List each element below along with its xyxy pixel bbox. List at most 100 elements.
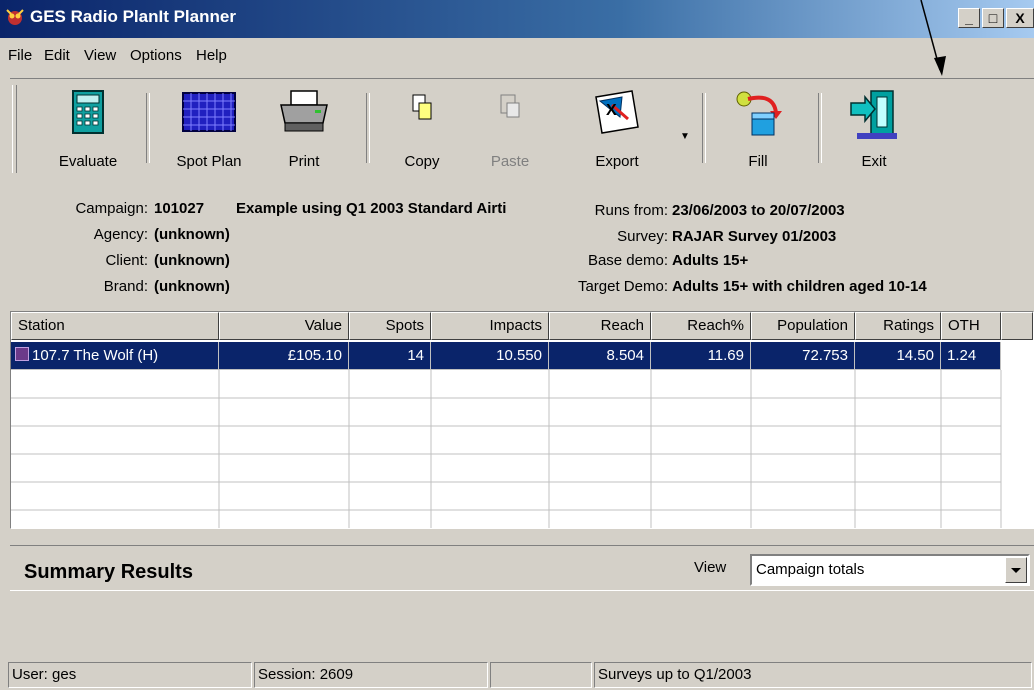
column-header-reach-pct[interactable]: Reach%	[651, 312, 751, 340]
exit-button[interactable]: Exit	[836, 81, 912, 177]
menu-file[interactable]: File	[8, 47, 32, 64]
svg-text:X: X	[606, 102, 617, 119]
export-label: Export	[595, 153, 639, 170]
view-dropdown-button[interactable]	[1005, 557, 1027, 583]
campaign-value: 101027	[154, 200, 205, 217]
brand-label: Brand:	[103, 278, 148, 295]
cell-value[interactable]: £105.10	[219, 342, 349, 370]
menu-help[interactable]: Help	[196, 47, 227, 64]
target-demo-label: Target Demo:	[577, 278, 668, 295]
export-dropdown-icon[interactable]: ▼	[680, 131, 690, 142]
column-header-station[interactable]: Station	[11, 312, 219, 340]
paste-icon	[500, 94, 520, 118]
title-bar[interactable]: GES Radio PlanIt Planner _ □ X	[0, 0, 1034, 38]
summary-panel: Summary Results View Campaign totals	[10, 545, 1034, 658]
cell-station[interactable]: 107.7 The Wolf (H)	[11, 342, 219, 370]
agency-label: Agency:	[93, 226, 148, 243]
base-demo-label: Base demo:	[587, 252, 668, 269]
station-icon	[15, 347, 29, 361]
menu-bar: File Edit View Options Help	[0, 40, 1034, 70]
summary-divider	[10, 590, 1034, 591]
evaluate-button[interactable]: Evaluate	[50, 81, 126, 177]
menu-view[interactable]: View	[84, 47, 116, 64]
view-label: View	[694, 559, 727, 576]
spot-plan-button[interactable]: Spot Plan	[164, 81, 254, 177]
close-button[interactable]: X	[1006, 8, 1034, 28]
export-button[interactable]: X Export	[574, 81, 660, 177]
toolbar-separator	[702, 93, 706, 163]
cell-population[interactable]: 72.753	[751, 342, 855, 370]
window-title: GES Radio PlanIt Planner	[30, 7, 236, 26]
column-header-filler	[1001, 312, 1033, 340]
fill-icon	[736, 91, 782, 136]
menu-options[interactable]: Options	[130, 47, 182, 64]
column-header-impacts[interactable]: Impacts	[431, 312, 549, 340]
base-demo-value: Adults 15+	[672, 252, 749, 269]
paste-button: Paste	[472, 81, 548, 177]
export-icon: X	[595, 90, 639, 134]
paste-label: Paste	[490, 153, 530, 170]
fill-button[interactable]: Fill	[720, 81, 796, 177]
cell-reach-pct[interactable]: 11.69	[651, 342, 751, 370]
toolbar-separator	[366, 93, 370, 163]
cell-ratings[interactable]: 14.50	[855, 342, 941, 370]
copy-icon	[412, 94, 432, 120]
survey-label: Survey:	[617, 228, 668, 245]
empty-grid-lines	[11, 370, 1002, 528]
campaign-label: Campaign:	[75, 200, 148, 217]
view-select[interactable]: Campaign totals	[750, 554, 1030, 586]
runs-from-label: Runs from:	[594, 202, 668, 219]
cell-spots[interactable]: 14	[349, 342, 431, 370]
view-select-value: Campaign totals	[756, 561, 865, 578]
status-empty	[490, 662, 592, 688]
close-icon: X	[1015, 10, 1025, 26]
column-header-ratings[interactable]: Ratings	[855, 312, 941, 340]
minimize-button[interactable]: _	[958, 8, 980, 28]
toolbar-separator	[146, 93, 150, 163]
evaluate-label: Evaluate	[58, 153, 118, 170]
chevron-down-icon	[1011, 568, 1021, 573]
fill-label: Fill	[748, 153, 768, 170]
spot-plan-grid-icon	[182, 92, 236, 132]
copy-label: Copy	[404, 153, 440, 170]
toolbar-grip[interactable]	[12, 85, 17, 173]
print-button[interactable]: Print	[266, 81, 342, 177]
column-header-population[interactable]: Population	[751, 312, 855, 340]
column-header-value[interactable]: Value	[219, 312, 349, 340]
runs-from-value: 23/06/2003 to 20/07/2003	[672, 202, 845, 219]
status-session: Session: 2609	[254, 662, 488, 688]
maximize-button[interactable]: □	[982, 8, 1004, 28]
menu-edit[interactable]: Edit	[44, 47, 70, 64]
agency-value: (unknown)	[154, 226, 230, 243]
brand-value: (unknown)	[154, 278, 230, 295]
survey-value: RAJAR Survey 01/2003	[672, 228, 837, 245]
station-name: 107.7 The Wolf (H)	[32, 347, 159, 364]
cell-impacts[interactable]: 10.550	[431, 342, 549, 370]
target-demo-value: Adults 15+ with children aged 10-14	[672, 278, 927, 295]
exit-door-icon	[850, 90, 897, 139]
summary-title: Summary Results	[24, 561, 193, 583]
app-logo-icon	[6, 9, 24, 25]
column-header-oth[interactable]: OTH	[941, 312, 1001, 340]
application-window: GES Radio PlanIt Planner _ □ X File Edit…	[0, 0, 1034, 690]
minimize-icon: _	[965, 10, 973, 26]
column-header-reach[interactable]: Reach	[549, 312, 651, 340]
cell-reach[interactable]: 8.504	[549, 342, 651, 370]
client-label: Client:	[105, 252, 148, 269]
spot-plan-label: Spot Plan	[176, 153, 242, 170]
column-header-spots[interactable]: Spots	[349, 312, 431, 340]
calculator-icon	[72, 90, 104, 134]
maximize-icon: □	[988, 10, 998, 26]
cell-oth[interactable]: 1.24	[941, 342, 1001, 370]
copy-button[interactable]: Copy	[384, 81, 460, 177]
status-user: User: ges	[8, 662, 252, 688]
station-table[interactable]: Station Value Spots Impacts Reach Reach%…	[10, 311, 1034, 529]
status-surveys: Surveys up to Q1/2003	[594, 662, 1032, 688]
client-value: (unknown)	[154, 252, 230, 269]
status-bar: User: ges Session: 2609 Surveys up to Q1…	[0, 660, 1034, 690]
toolbar-separator	[818, 93, 822, 163]
campaign-info-panel: Campaign: 101027 Example using Q1 2003 S…	[0, 188, 1034, 300]
toolbar: Evaluate Spot Plan Print Copy Paste X Ex…	[10, 78, 1034, 182]
printer-icon	[280, 90, 328, 132]
exit-label: Exit	[861, 153, 887, 170]
